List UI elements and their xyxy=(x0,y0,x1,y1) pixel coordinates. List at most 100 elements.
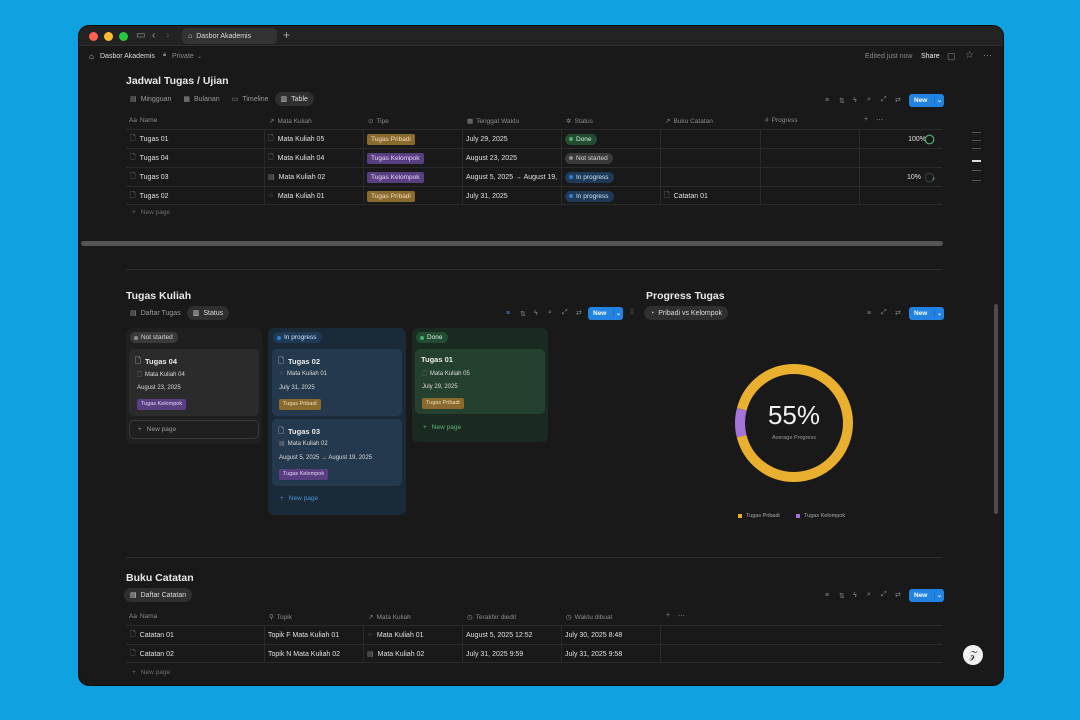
comment-icon[interactable]: ▢ xyxy=(947,51,956,62)
col-header-name[interactable]: Aa Name xyxy=(129,117,157,124)
outline-marker[interactable] xyxy=(972,132,981,133)
sort-icon[interactable]: ⇅ xyxy=(839,97,845,105)
row-edit[interactable]: August 5, 2025 12:52 xyxy=(466,626,533,644)
chevron-down-icon[interactable]: ⌄ xyxy=(934,310,944,317)
outline-marker[interactable] xyxy=(972,170,981,171)
row-tipe[interactable]: Tugas Pribadi xyxy=(367,187,415,205)
automation-icon[interactable]: ϟ xyxy=(534,310,538,317)
tab-status[interactable]: ▥ Status xyxy=(186,306,230,320)
more-icon[interactable]: ⋯ xyxy=(983,50,992,61)
legend-item-pribadi[interactable]: Tugas Pribadi xyxy=(738,513,780,519)
buku-new-page[interactable]: + New page xyxy=(132,669,170,676)
row-topik[interactable]: Topik F Mata Kuliah 01 xyxy=(268,626,339,644)
tab-daftar-catatan[interactable]: ▤ Daftar Catatan xyxy=(124,588,193,602)
col-header-nama[interactable]: Aa Nama xyxy=(129,613,157,620)
board-new-page[interactable]: + New page xyxy=(280,495,318,502)
row-tenggat[interactable]: July 31, 2025 xyxy=(466,187,508,205)
outline-marker[interactable] xyxy=(972,160,981,162)
table-row[interactable]: 🗋︎ Tugas 03 ▤ Mata Kuliah 02 Tugas Kelompo… xyxy=(126,167,942,186)
tab-mingguan[interactable]: ▤ Mingguan xyxy=(124,92,177,106)
help-button[interactable]: 𝒵 xyxy=(963,645,983,665)
chevron-down-icon[interactable]: ⌄ xyxy=(613,310,623,317)
kuliah-new-button[interactable]: New ⌄ xyxy=(588,307,623,320)
col-header-status[interactable]: ✲ Status xyxy=(566,117,593,126)
automation-icon[interactable]: ϟ xyxy=(853,97,857,104)
board-card[interactable]: 🗋︎ Tugas 04 🗋︎ Mata Kuliah 04 August 23, 2… xyxy=(129,349,259,416)
col-header-tipe[interactable]: ⊙ Tipe xyxy=(368,117,389,126)
row-matkul[interactable]: ▤ Mata Kuliah 02 xyxy=(367,645,424,663)
tab-bulanan[interactable]: ▦ Bulanan xyxy=(177,92,225,106)
board-card[interactable]: 🗋︎ Tugas 03 ▤ Mata Kuliah 02 August 5, 202… xyxy=(272,419,402,486)
expand-icon[interactable]: ⤢ xyxy=(881,309,887,317)
row-progress[interactable]: 10% xyxy=(866,168,921,186)
filter-icon[interactable]: ≡ xyxy=(506,310,510,317)
settings-icon[interactable]: ⇄ xyxy=(895,591,901,599)
progress-new-button[interactable]: New ⌄ xyxy=(909,307,944,320)
settings-icon[interactable]: ⇄ xyxy=(895,309,901,317)
row-tenggat[interactable]: August 5, 2025 → August 19, xyxy=(466,168,561,186)
add-column-icon[interactable]: + xyxy=(864,116,868,123)
jadwal-new-page[interactable]: + New page xyxy=(132,209,170,216)
col-header-edit[interactable]: ◷ Terakhir diedit xyxy=(467,613,516,622)
board-card[interactable]: Tugas 01 🗋︎ Mata Kuliah 05 July 29, 2025 … xyxy=(415,349,545,414)
row-matkul[interactable]: 🗋︎ Mata Kuliah 05 xyxy=(268,130,324,148)
row-matkul[interactable]: ▤ Mata Kuliah 02 xyxy=(268,168,325,186)
row-matkul[interactable]: ⁘ Mata Kuliah 01 xyxy=(367,626,424,644)
filter-icon[interactable]: ≡ xyxy=(825,97,829,104)
sort-icon[interactable]: ⇅ xyxy=(520,310,526,318)
table-row[interactable]: 🗋︎ Tugas 04 🗋︎ Mata Kuliah 04 Tugas Kelomp… xyxy=(126,148,942,167)
search-icon[interactable]: ⌕ xyxy=(548,309,552,317)
vertical-scrollbar[interactable] xyxy=(994,304,998,514)
board-new-page[interactable]: + New page xyxy=(423,424,461,431)
workspace-breadcrumb[interactable]: Dasbor Akademis xyxy=(100,53,155,60)
close-window-button[interactable] xyxy=(89,32,98,41)
table-row[interactable]: 🗋︎ Tugas 01 🗋︎ Mata Kuliah 05 Tugas Pribad… xyxy=(126,129,942,148)
expand-icon[interactable]: ⤢ xyxy=(562,309,568,317)
col-header-matkul[interactable]: ↗ Mata Kuliah xyxy=(269,117,312,126)
row-tenggat[interactable]: July 29, 2025 xyxy=(466,130,508,148)
row-topik[interactable]: Topik N Mata Kuliah 02 xyxy=(268,645,340,663)
privacy-label[interactable]: Private xyxy=(172,53,194,60)
jadwal-new-button[interactable]: New ⌄ xyxy=(909,94,944,107)
row-status[interactable]: Done xyxy=(565,130,597,148)
minimize-window-button[interactable] xyxy=(104,32,113,41)
tab-daftar-tugas[interactable]: ▤ Daftar Tugas xyxy=(124,306,187,320)
row-tenggat[interactable]: August 23, 2025 xyxy=(466,149,517,167)
row-name[interactable]: 🗋︎ Tugas 02 xyxy=(130,187,169,205)
row-tipe[interactable]: Tugas Pribadi xyxy=(367,130,415,148)
chevron-down-icon[interactable]: ⌄ xyxy=(934,97,944,104)
row-nama[interactable]: 🗋︎ Catatan 02 xyxy=(130,645,174,663)
row-tipe[interactable]: Tugas Kelompok xyxy=(367,149,424,167)
more-icon[interactable]: ⋯ xyxy=(876,116,883,124)
chevron-down-icon[interactable]: ⌄ xyxy=(197,53,202,60)
drag-handle-icon[interactable]: ⁞⁞ xyxy=(630,309,634,316)
horizontal-scrollbar[interactable] xyxy=(81,241,943,246)
col-header-matkul[interactable]: ↗ Mata Kuliah xyxy=(368,613,411,622)
search-icon[interactable]: ⌕ xyxy=(867,96,871,104)
row-nama[interactable]: 🗋︎ Catatan 01 xyxy=(130,626,174,644)
col-header-progress[interactable]: # Progress xyxy=(765,117,798,124)
new-tab-button[interactable]: + xyxy=(283,28,290,42)
row-name[interactable]: 🗋︎ Tugas 04 xyxy=(130,149,169,167)
board-new-page[interactable]: + New page xyxy=(129,420,259,439)
col-header-buku[interactable]: ↗ Buku Catatan xyxy=(665,117,713,126)
filter-icon[interactable]: ≡ xyxy=(867,310,871,317)
legend-item-kelompok[interactable]: Tugas Kelompok xyxy=(796,513,845,519)
star-icon[interactable]: ☆ xyxy=(965,50,974,61)
row-status[interactable]: Not started xyxy=(565,149,613,167)
row-status[interactable]: In progress xyxy=(565,187,614,205)
share-button[interactable]: Share xyxy=(921,53,940,60)
tab-table[interactable]: ▥ Table xyxy=(274,92,314,106)
row-dibuat[interactable]: July 31, 2025 9:58 xyxy=(565,645,622,663)
row-progress[interactable]: 100% xyxy=(866,130,926,148)
forward-arrow-icon[interactable]: › xyxy=(166,30,169,41)
sort-icon[interactable]: ⇅ xyxy=(839,592,845,600)
search-icon[interactable]: ⌕ xyxy=(867,591,871,599)
filter-icon[interactable]: ≡ xyxy=(825,592,829,599)
row-tipe[interactable]: Tugas Kelompok xyxy=(367,168,424,186)
tab-timeline[interactable]: ▭ Timeline xyxy=(226,92,275,106)
sidebar-toggle-icon[interactable]: ▭ xyxy=(136,30,145,41)
row-matkul[interactable]: 🗋︎ Mata Kuliah 04 xyxy=(268,149,324,167)
chevron-down-icon[interactable]: ⌄ xyxy=(934,592,944,599)
outline-marker[interactable] xyxy=(972,180,981,181)
